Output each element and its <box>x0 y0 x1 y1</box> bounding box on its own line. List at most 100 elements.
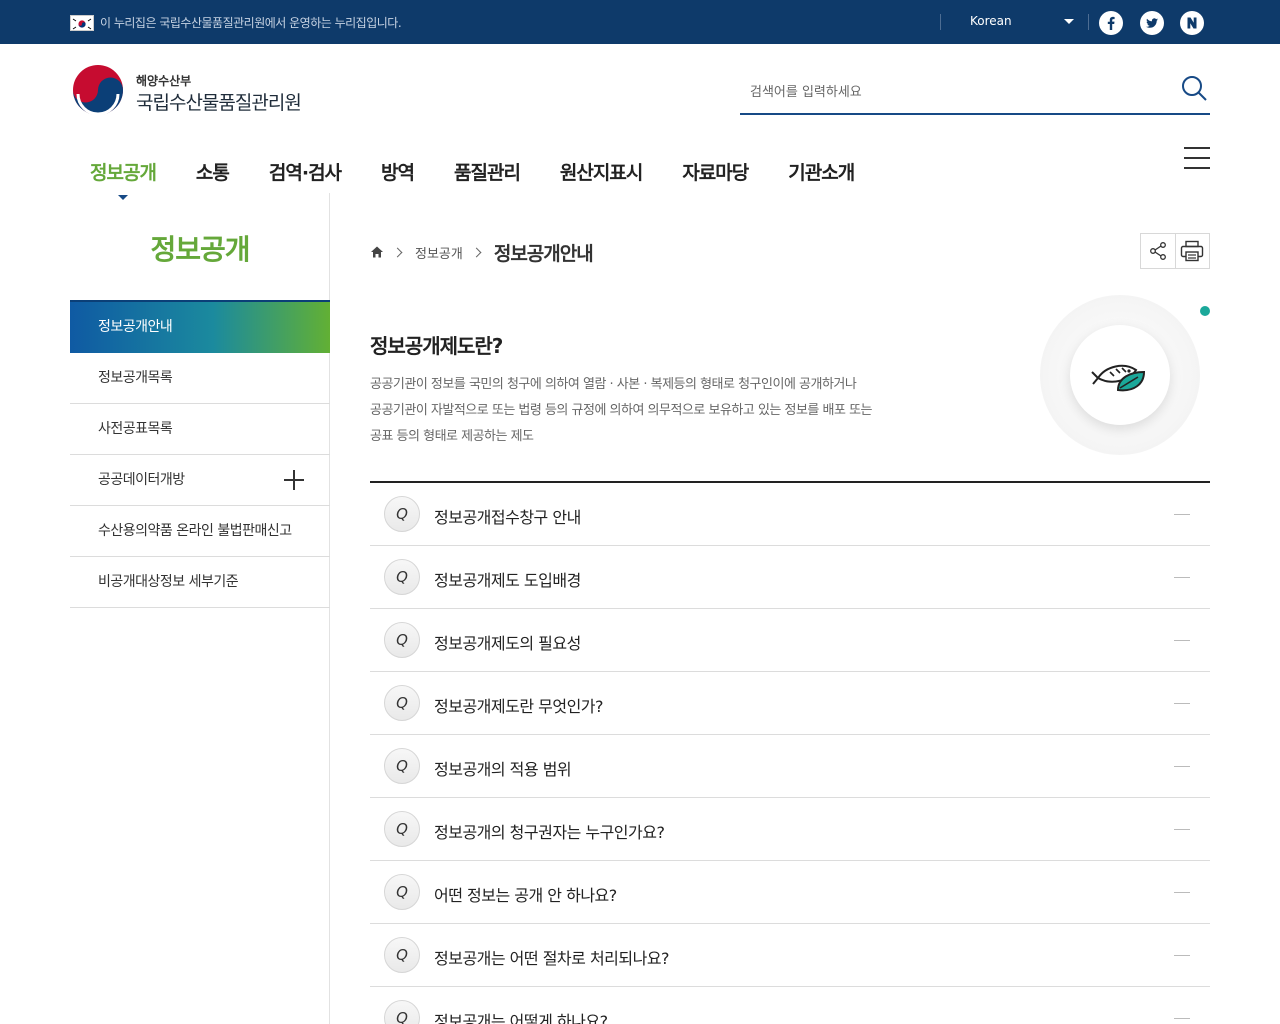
breadcrumb-parent[interactable]: 정보공개 <box>415 243 463 262</box>
breadcrumb-separator <box>392 247 403 257</box>
search-input[interactable] <box>750 82 1170 102</box>
site-logo[interactable]: 해양수산부 국립수산물품질관리원 <box>72 64 322 120</box>
plus-icon[interactable] <box>284 470 304 490</box>
faq-question[interactable]: 정보공개제도란 무엇인가? <box>434 693 604 717</box>
faq-question[interactable]: 어떤 정보는 공개 안 하나요? <box>434 882 617 906</box>
facebook-icon[interactable] <box>1099 11 1123 35</box>
faq-item[interactable]: Q 정보공개제도의 필요성 <box>370 609 1210 672</box>
sidebar-menu: 정보공개안내정보공개목록사전공표목록공공데이터개방수산용의약품 온라인 불법판매… <box>70 300 330 608</box>
sidebar-title: 정보공개 <box>150 233 250 266</box>
gnb-item[interactable]: 기관소개 <box>788 158 855 188</box>
intro-illustration <box>1040 295 1200 455</box>
faq-item[interactable]: Q 정보공개접수창구 안내 <box>370 483 1210 546</box>
sidebar-item-label: 비공개대상정보 세부기준 <box>98 574 239 590</box>
sidebar-item-label: 정보공개목록 <box>98 370 173 386</box>
expand-toggle-icon[interactable] <box>1174 640 1190 641</box>
expand-toggle-icon[interactable] <box>1174 955 1190 956</box>
sidebar-item-label: 사전공표목록 <box>98 421 173 437</box>
divider <box>1088 14 1089 30</box>
print-button[interactable] <box>1174 234 1209 268</box>
question-badge: Q <box>384 559 420 595</box>
expand-toggle-icon[interactable] <box>1174 1018 1190 1019</box>
twitter-icon[interactable] <box>1140 11 1164 35</box>
faq-item[interactable]: Q 어떤 정보는 공개 안 하나요? <box>370 861 1210 924</box>
question-badge: Q <box>384 685 420 721</box>
active-indicator-icon <box>117 195 128 200</box>
question-badge: Q <box>384 1000 420 1024</box>
sidebar-item[interactable]: 정보공개목록 <box>70 353 330 404</box>
question-badge: Q <box>384 811 420 847</box>
main-navigation: 정보공개 소통 검역·검사 방역 품질관리 원산지표시 자료마당 기관소개 <box>90 158 894 200</box>
faq-item[interactable]: Q 정보공개제도 도입배경 <box>370 546 1210 609</box>
faq-question[interactable]: 정보공개제도 도입배경 <box>434 567 581 591</box>
sidebar-item[interactable]: 공공데이터개방 <box>70 455 330 506</box>
gnb-item[interactable]: 원산지표시 <box>560 158 643 188</box>
gnb-item[interactable]: 소통 <box>196 158 230 188</box>
sidebar-item-label: 정보공개안내 <box>98 319 173 335</box>
gnb-item[interactable]: 검역·검사 <box>269 158 342 188</box>
gnb-item[interactable]: 자료마당 <box>682 158 749 188</box>
expand-toggle-icon[interactable] <box>1174 766 1190 767</box>
page-tools <box>1140 233 1210 269</box>
question-badge: Q <box>384 874 420 910</box>
faq-item[interactable]: Q 정보공개는 어떻게 하나요? <box>370 987 1210 1024</box>
faq-question[interactable]: 정보공개는 어떻게 하나요? <box>434 1008 608 1024</box>
share-icon <box>1150 242 1166 260</box>
expand-toggle-icon[interactable] <box>1174 892 1190 893</box>
faq-question[interactable]: 정보공개의 적용 범위 <box>434 756 572 780</box>
printer-icon <box>1181 240 1204 262</box>
sidebar-item[interactable]: 비공개대상정보 세부기준 <box>70 557 330 608</box>
taegeuk-logo-icon <box>73 65 123 116</box>
faq-question[interactable]: 정보공개접수창구 안내 <box>434 504 581 528</box>
expand-toggle-icon[interactable] <box>1174 703 1190 704</box>
intro-line: 공공기관이 정보를 국민의 청구에 의하여 열람 · 사본 · 복제등의 형태로… <box>370 377 857 392</box>
intro-line: 공공기관이 자발적으로 또는 법령 등의 규정에 의하여 의무적으로 보유하고 … <box>370 403 873 418</box>
faq-item[interactable]: Q 정보공개는 어떤 절차로 처리되나요? <box>370 924 1210 987</box>
divider <box>940 14 941 30</box>
question-badge: Q <box>384 622 420 658</box>
breadcrumb-separator <box>471 247 482 257</box>
decorative-dot <box>1200 306 1210 316</box>
faq-list: Q 정보공개접수창구 안내 Q 정보공개제도 도입배경 Q 정보공개제도의 필요성 Q 정보공… <box>370 481 1210 1024</box>
sidebar-item[interactable]: 정보공개안내 <box>70 300 330 353</box>
all-menu-button[interactable] <box>1184 147 1210 169</box>
korea-flag-icon <box>70 15 94 31</box>
expand-toggle-icon[interactable] <box>1174 829 1190 830</box>
faq-question[interactable]: 정보공개의 청구권자는 누구인가요? <box>434 819 665 843</box>
sidebar-item-label: 수산용의약품 온라인 불법판매신고 <box>98 523 292 539</box>
faq-item[interactable]: Q 정보공개의 적용 범위 <box>370 735 1210 798</box>
language-select[interactable]: Korean <box>970 14 1012 28</box>
search-box <box>740 70 1210 115</box>
fish-leaf-icon <box>1091 364 1146 392</box>
search-icon <box>1182 76 1207 101</box>
question-badge: Q <box>384 496 420 532</box>
naver-blog-icon[interactable] <box>1180 11 1204 35</box>
faq-item[interactable]: Q 정보공개의 청구권자는 누구인가요? <box>370 798 1210 861</box>
question-badge: Q <box>384 937 420 973</box>
breadcrumb: 정보공개 정보공개안내 <box>370 240 594 265</box>
logo-agency-name: 국립수산물품질관리원 <box>136 92 302 114</box>
sidebar-item-label: 공공데이터개방 <box>98 472 185 488</box>
intro-title: 정보공개제도란? <box>370 334 503 358</box>
expand-toggle-icon[interactable] <box>1174 577 1190 578</box>
sidebar-item[interactable]: 수산용의약품 온라인 불법판매신고 <box>70 506 330 557</box>
gnb-item[interactable]: 정보공개 <box>90 158 157 200</box>
intro-line: 공표 등의 형태로 제공하는 제도 <box>370 429 534 444</box>
question-badge: Q <box>384 748 420 784</box>
intro-description: 공공기관이 정보를 국민의 청구에 의하여 열람 · 사본 · 복제등의 형태로… <box>370 372 970 450</box>
chevron-down-icon[interactable] <box>1064 19 1074 24</box>
page-title: 정보공개안내 <box>493 242 594 265</box>
faq-question[interactable]: 정보공개는 어떤 절차로 처리되나요? <box>434 945 670 969</box>
home-icon[interactable] <box>370 245 384 259</box>
gnb-item[interactable]: 품질관리 <box>454 158 521 188</box>
search-button[interactable] <box>1180 74 1210 104</box>
sidebar-item[interactable]: 사전공표목록 <box>70 404 330 455</box>
top-bar: 이 누리집은 국립수산물품질관리원에서 운영하는 누리집입니다. Korean <box>0 0 1280 44</box>
faq-item[interactable]: Q 정보공개제도란 무엇인가? <box>370 672 1210 735</box>
logo-ministry: 해양수산부 <box>136 74 192 88</box>
expand-toggle-icon[interactable] <box>1174 514 1190 515</box>
gnb-item[interactable]: 방역 <box>381 158 415 188</box>
site-notice: 이 누리집은 국립수산물품질관리원에서 운영하는 누리집입니다. <box>100 16 402 30</box>
share-button[interactable] <box>1141 234 1175 268</box>
faq-question[interactable]: 정보공개제도의 필요성 <box>434 630 581 654</box>
